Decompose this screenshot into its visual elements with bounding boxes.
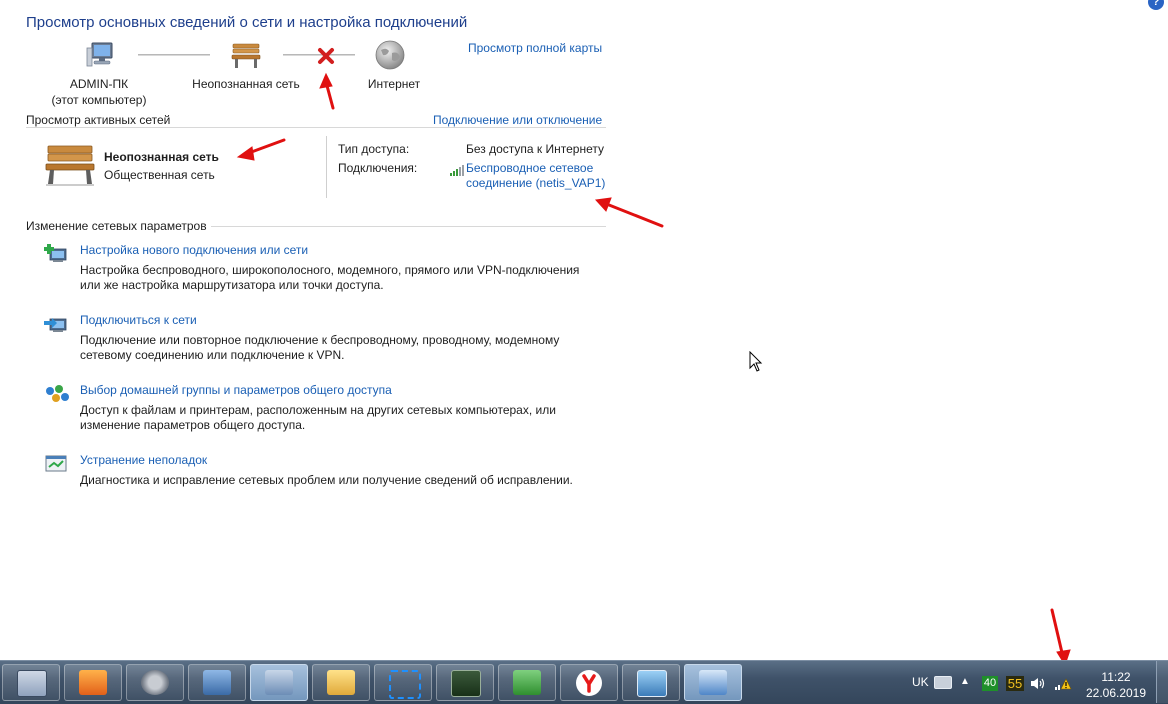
map-line-1 bbox=[138, 54, 210, 56]
computer-name: ADMIN-ПК bbox=[69, 77, 129, 91]
globe-icon bbox=[374, 39, 406, 71]
tray-badge-green[interactable]: 40 bbox=[982, 676, 998, 691]
task-troubleshoot-link[interactable]: Устранение неполадок bbox=[80, 453, 207, 467]
connect-to-network-icon bbox=[44, 313, 70, 335]
task-connect-network-desc-2: сетевому соединению или подключение к VP… bbox=[80, 348, 345, 362]
media-player-icon bbox=[79, 670, 107, 695]
connect-disconnect-link[interactable]: Подключение или отключение bbox=[430, 113, 603, 127]
keyboard-monitor-icon bbox=[265, 670, 293, 695]
taskbar-explorer-button[interactable] bbox=[312, 664, 370, 701]
yandex-browser-icon bbox=[576, 670, 602, 696]
computer-shield-icon bbox=[203, 670, 231, 695]
new-connection-icon bbox=[44, 243, 70, 265]
wireless-connection-link-line2[interactable]: соединение (netis_VAP1) bbox=[466, 176, 605, 191]
snipping-tool-icon bbox=[389, 670, 421, 699]
homegroup-icon bbox=[44, 383, 70, 405]
wireless-connection-link-line1[interactable]: Беспроводное сетевое bbox=[466, 161, 605, 176]
task-connect-network-desc-1: Подключение или повторное подключение к … bbox=[80, 333, 560, 347]
connections-label: Подключения: bbox=[338, 161, 418, 175]
active-networks-rule bbox=[26, 127, 606, 128]
bench-icon bbox=[230, 40, 262, 70]
folder-icon bbox=[327, 670, 355, 695]
gears-icon bbox=[141, 670, 169, 695]
access-type-value: Без доступа к Интернету bbox=[466, 142, 605, 156]
internet-label: Интернет bbox=[367, 77, 421, 91]
keyboard-tray-icon[interactable] bbox=[934, 676, 952, 689]
show-desktop-button[interactable] bbox=[1156, 661, 1168, 703]
task-connect-network-link[interactable]: Подключиться к сети bbox=[80, 313, 197, 327]
task-troubleshoot-desc-1: Диагностика и исправление сетевых пробле… bbox=[80, 473, 573, 487]
taskbar-yandex-button[interactable] bbox=[560, 664, 618, 701]
photo-viewer-icon bbox=[637, 670, 667, 697]
change-settings-heading: Изменение сетевых параметров bbox=[26, 219, 211, 233]
network-shield-icon bbox=[513, 670, 541, 695]
taskbar-keyboard-button[interactable] bbox=[250, 664, 308, 701]
bench-large-icon bbox=[44, 142, 96, 188]
clock-time: 11:22 bbox=[1101, 670, 1131, 684]
active-network-type: Общественная сеть bbox=[104, 168, 215, 182]
clock-date: 22.06.2019 bbox=[1085, 686, 1147, 700]
taskbar-task-manager-button[interactable] bbox=[436, 664, 494, 701]
access-type-label: Тип доступа: bbox=[338, 142, 410, 156]
language-indicator[interactable]: UK bbox=[912, 675, 929, 689]
task-new-connection-desc-1: Настройка беспроводного, широкополосного… bbox=[80, 263, 580, 277]
task-new-connection-desc-2: или же настройка маршрутизатора или точк… bbox=[80, 278, 384, 292]
troubleshoot-icon bbox=[44, 453, 70, 475]
task-homegroup-desc-1: Доступ к файлам и принтерам, расположенн… bbox=[80, 403, 556, 417]
task-new-connection-link[interactable]: Настройка нового подключения или сети bbox=[80, 243, 308, 257]
taskbar-photo-button[interactable] bbox=[622, 664, 680, 701]
calculator-icon bbox=[17, 670, 47, 697]
volume-icon[interactable] bbox=[1030, 676, 1046, 691]
computer-icon bbox=[86, 40, 118, 70]
control-panel-icon bbox=[699, 670, 727, 695]
full-map-link[interactable]: Просмотр полной карты bbox=[468, 41, 602, 55]
task-homegroup-link[interactable]: Выбор домашней группы и параметров общег… bbox=[80, 383, 392, 397]
taskbar-calculator-button[interactable] bbox=[2, 664, 60, 701]
task-manager-icon bbox=[451, 670, 481, 697]
computer-sub: (этот компьютер) bbox=[51, 93, 147, 107]
wireless-connection-link[interactable]: Беспроводное сетевое соединение (netis_V… bbox=[466, 161, 605, 191]
active-networks-heading: Просмотр активных сетей bbox=[26, 113, 175, 127]
taskbar-computer-button[interactable] bbox=[188, 664, 246, 701]
wireless-signal-icon bbox=[450, 164, 464, 176]
taskbar-media-player-button[interactable] bbox=[64, 664, 122, 701]
tray-badge-yellow[interactable]: 55 bbox=[1006, 676, 1024, 691]
clock[interactable]: 11:22 22.06.2019 bbox=[1084, 669, 1148, 701]
taskbar-network-shield-button[interactable] bbox=[498, 664, 556, 701]
active-network-name: Неопознанная сеть bbox=[104, 150, 219, 164]
page-title: Просмотр основных сведений о сети и наст… bbox=[26, 14, 468, 31]
map-network-name: Неопознанная сеть bbox=[192, 77, 300, 91]
mouse-cursor-icon bbox=[749, 351, 763, 372]
taskbar-snipping-button[interactable] bbox=[374, 664, 432, 701]
taskbar-settings-button[interactable] bbox=[126, 664, 184, 701]
network-warning-icon[interactable] bbox=[1054, 676, 1072, 691]
active-networks-divider bbox=[326, 136, 327, 198]
taskbar-control-panel-button[interactable] bbox=[684, 664, 742, 701]
show-hidden-icons-chevron[interactable]: ▲ bbox=[960, 676, 970, 687]
task-homegroup-desc-2: изменение параметров общего доступа. bbox=[80, 418, 306, 432]
disconnected-x-icon bbox=[316, 47, 336, 65]
help-icon[interactable]: ? bbox=[1148, 0, 1164, 10]
